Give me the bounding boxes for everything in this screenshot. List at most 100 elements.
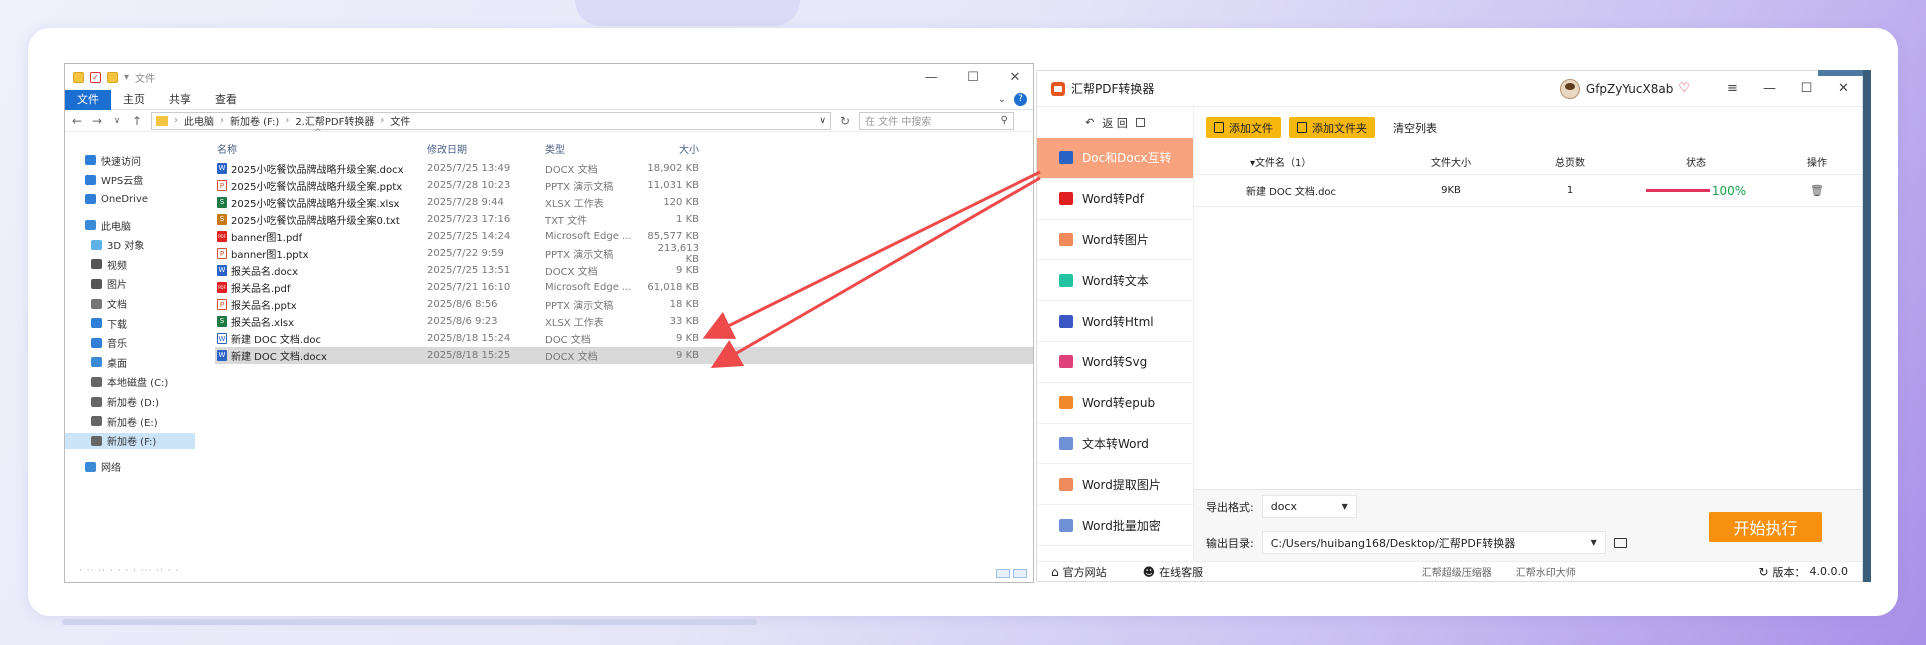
- file-size: 213,613 KB: [657, 242, 699, 265]
- minimize-icon[interactable]: —: [1751, 81, 1788, 96]
- nav-item[interactable]: Word转epub: [1037, 383, 1193, 424]
- computer-icon: [85, 220, 96, 231]
- file-row[interactable]: S 2025小吃餐饮品牌战略升级全案.xlsx 2025/7/28 9:44 XLSX…: [215, 194, 1033, 211]
- sidebar-item[interactable]: 新加卷 (E:): [65, 413, 195, 429]
- help-icon[interactable]: ?: [1014, 93, 1027, 106]
- column-date[interactable]: 修改日期: [427, 141, 545, 156]
- file-row[interactable]: W 新建 DOC 文档.doc 2025/8/18 15:24 DOC 文档 9 KB: [215, 330, 1033, 347]
- sidebar-item[interactable]: 音乐: [65, 335, 195, 351]
- sidebar-item[interactable]: 网络: [65, 459, 195, 475]
- file-row[interactable]: S 报关品名.xlsx 2025/8/6 9:23 XLSX 工作表 33 KB: [215, 313, 1033, 330]
- trash-icon[interactable]: 🗑: [1810, 184, 1824, 197]
- properties-icon[interactable]: ✓: [90, 71, 101, 83]
- sidebar-item[interactable]: WPS云盘: [65, 172, 195, 188]
- large-icons-view-icon[interactable]: [1013, 569, 1027, 578]
- address-dropdown-icon[interactable]: ∨: [819, 116, 826, 126]
- pdf-file-icon: PDF: [217, 231, 227, 242]
- sidebar-item[interactable]: OneDrive: [65, 191, 195, 207]
- clear-list-button[interactable]: 清空列表: [1393, 120, 1437, 136]
- recent-dropdown-icon[interactable]: ∨: [111, 116, 123, 126]
- up-arrow-icon[interactable]: ↑: [131, 114, 143, 128]
- file-row[interactable]: P 报关品名.pptx 2025/8/6 8:56 PPTX 演示文稿 18 KB: [215, 296, 1033, 313]
- nav-item[interactable]: Word转文本: [1037, 260, 1193, 302]
- nav-item[interactable]: Word转图片: [1037, 220, 1193, 261]
- version-value: 4.0.0.0: [1809, 565, 1848, 578]
- menu-icon[interactable]: ≡: [1714, 81, 1751, 96]
- column-type[interactable]: 类型: [545, 141, 645, 156]
- nav-item[interactable]: Word转Html: [1037, 301, 1193, 342]
- table-row[interactable]: 新建 DOC 文档.doc 9KB 1 100% 🗑: [1194, 175, 1862, 207]
- forward-arrow-icon[interactable]: →: [91, 114, 103, 128]
- search-input[interactable]: 在 文件 中搜索 ⚲: [859, 111, 1014, 130]
- file-row[interactable]: P 2025小吃餐饮品牌战略升级全案.pptx 2025/7/28 10:23 PPT…: [215, 177, 1033, 194]
- online-support-link[interactable]: ☻ 在线客服: [1143, 564, 1204, 580]
- expand-ribbon-icon[interactable]: ⌄: [998, 94, 1006, 105]
- start-button[interactable]: 开始执行: [1709, 512, 1822, 542]
- sidebar-item[interactable]: 文档: [65, 296, 195, 312]
- output-dir-select[interactable]: C:/Users/huibang168/Desktop/汇帮PDF转换器 ▼: [1261, 531, 1606, 554]
- compressor-link[interactable]: 汇帮超级压缩器: [1422, 564, 1492, 579]
- nav-item[interactable]: Word转Svg: [1037, 342, 1193, 383]
- quick-access-dropdown-icon[interactable]: ▾: [124, 72, 129, 83]
- maximize-icon[interactable]: ☐: [955, 70, 991, 85]
- file-row[interactable]: PDF 报关品名.pdf 2025/7/21 16:10 Microsoft Edge…: [215, 279, 1033, 296]
- ribbon-tab-file[interactable]: 文件: [65, 89, 111, 110]
- file-row[interactable]: W 报关品名.docx 2025/7/25 13:51 DOCX 文档 9 KB: [215, 262, 1033, 279]
- refresh-icon[interactable]: ↻: [839, 114, 851, 128]
- sidebar-item[interactable]: 图片: [65, 276, 195, 292]
- ribbon-tab-view[interactable]: 查看: [203, 90, 249, 110]
- file-row[interactable]: W 新建 DOC 文档.docx 2025/8/18 15:25 DOCX 文档 9 K…: [215, 347, 1033, 364]
- username[interactable]: GfpZyYucX8ab: [1586, 82, 1673, 96]
- avatar[interactable]: [1559, 78, 1580, 99]
- maximize-icon[interactable]: ☐: [1788, 81, 1825, 96]
- nav-item[interactable]: Word批量加密: [1037, 505, 1193, 546]
- breadcrumb-drive-f[interactable]: 新加卷 (F:): [230, 113, 279, 128]
- open-folder-icon[interactable]: [1613, 537, 1627, 548]
- close-icon[interactable]: ✕: [997, 70, 1033, 85]
- file-row[interactable]: W 2025小吃餐饮品牌战略升级全案.docx 2025/7/25 13:49 DOC…: [215, 160, 1033, 177]
- sidebar-item[interactable]: 3D 对象: [65, 237, 195, 253]
- search-icon: ⚲: [1000, 115, 1008, 126]
- sidebar-item-label: 网络: [101, 463, 121, 475]
- sidebar-item[interactable]: 此电脑: [65, 217, 195, 233]
- minimize-icon[interactable]: —: [913, 70, 949, 85]
- nav-item[interactable]: Word提取图片: [1037, 464, 1193, 506]
- breadcrumb-app-folder[interactable]: 2.汇帮PDF转换器: [295, 113, 374, 128]
- sidebar-item[interactable]: 桌面: [65, 354, 195, 370]
- back-button[interactable]: ↶ 返 回: [1037, 107, 1193, 138]
- ribbon-tab-home[interactable]: 主页: [111, 90, 157, 110]
- refresh-icon[interactable]: ↻: [1758, 565, 1768, 579]
- grid-icon[interactable]: [1135, 118, 1145, 127]
- sidebar-item[interactable]: 新加卷 (D:): [65, 394, 195, 410]
- breadcrumb-files[interactable]: 文件: [390, 113, 410, 128]
- vip-diamond-icon[interactable]: ♡: [1678, 81, 1690, 96]
- sidebar-item[interactable]: 本地磁盘 (C:): [65, 374, 195, 390]
- nav-item[interactable]: 文本转Word: [1037, 424, 1193, 465]
- sidebar-item[interactable]: 新加卷 (F:): [65, 432, 195, 449]
- sidebar-item[interactable]: 快速访问: [65, 152, 195, 168]
- file-row[interactable]: PDF banner图1.pdf 2025/7/25 14:24 Microsoft …: [215, 228, 1033, 245]
- file-row[interactable]: Pbanner图1.pptx 2025/7/22 9:59 PPTX 演示文稿 213…: [215, 242, 1033, 265]
- back-arrow-icon[interactable]: ←: [71, 114, 83, 128]
- column-size[interactable]: 大小: [645, 141, 699, 156]
- sidebar-item-label: 音乐: [107, 339, 127, 351]
- official-website-link[interactable]: ⌂ 官方网站: [1051, 564, 1107, 580]
- nav-item[interactable]: Word转Pdf: [1037, 179, 1193, 220]
- add-file-button[interactable]: 添加文件: [1206, 117, 1281, 138]
- breadcrumb-this-pc[interactable]: 此电脑: [184, 113, 214, 128]
- nav-item[interactable]: Doc和Docx互转: [1037, 138, 1193, 179]
- header-filename[interactable]: ▾文件名（1）: [1194, 154, 1382, 169]
- details-view-icon[interactable]: [996, 569, 1010, 578]
- ribbon-tab-share[interactable]: 共享: [157, 90, 203, 110]
- column-name[interactable]: 名称: [215, 141, 427, 156]
- watermark-link[interactable]: 汇帮水印大师: [1516, 564, 1576, 579]
- sidebar-item[interactable]: 下载: [65, 315, 195, 331]
- address-bar[interactable]: › 此电脑 › 新加卷 (F:) › 2.汇帮PDF转换器 › 文件 ∨: [151, 111, 831, 130]
- sidebar-item[interactable]: 视频: [65, 256, 195, 272]
- export-format-select[interactable]: docx ▼: [1261, 495, 1357, 518]
- close-icon[interactable]: ✕: [1825, 81, 1862, 96]
- add-folder-button[interactable]: 添加文件夹: [1289, 117, 1375, 138]
- header-status: 状态: [1686, 157, 1706, 169]
- new-folder-icon[interactable]: [107, 71, 118, 83]
- file-row[interactable]: S 2025小吃餐饮品牌战略升级全案0.txt 2025/7/23 17:16 TXT…: [215, 211, 1033, 228]
